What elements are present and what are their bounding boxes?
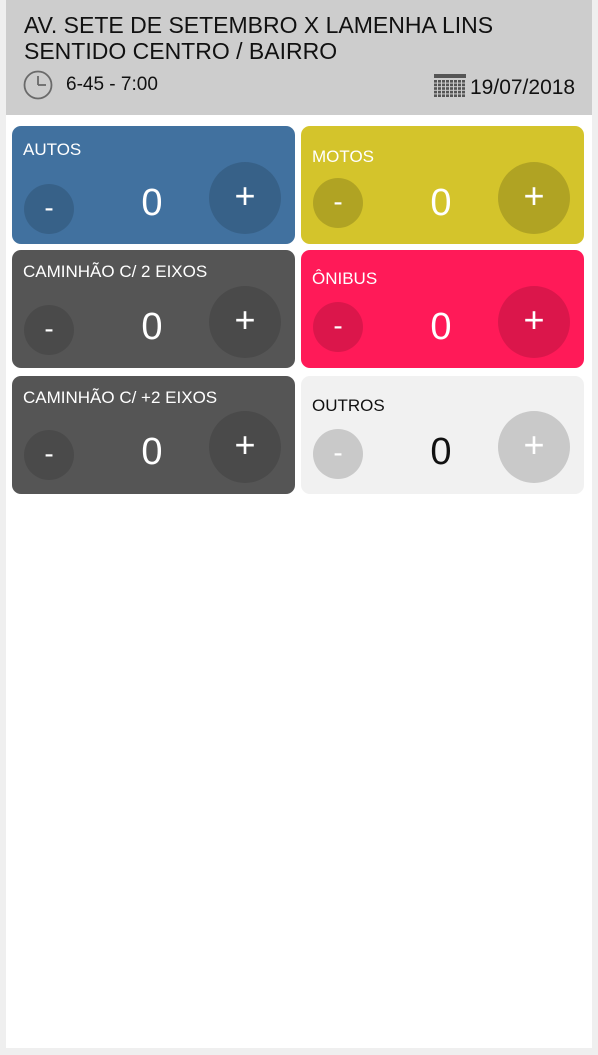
- increment-button[interactable]: +: [209, 411, 281, 483]
- location-header: AV. SETE DE SETEMBRO X LAMENHA LINS SENT…: [6, 0, 592, 115]
- counter-value: 0: [430, 182, 452, 224]
- counter-label: MOTOS: [312, 147, 375, 166]
- counter-card-motos: MOTOS - 0 +: [301, 126, 584, 244]
- decrement-button[interactable]: -: [24, 430, 74, 480]
- counter-card-caminhao-mais-2-eixos: CAMINHÃO C/ +2 EIXOS - 0 +: [12, 376, 295, 494]
- counter-label: CAMINHÃO C/ 2 EIXOS: [23, 262, 208, 281]
- location-street: AV. SETE DE SETEMBRO X LAMENHA LINS: [24, 12, 494, 38]
- decrement-button[interactable]: -: [313, 429, 363, 479]
- increment-button[interactable]: +: [498, 411, 570, 483]
- increment-button[interactable]: +: [498, 162, 570, 234]
- calendar-icon: [434, 74, 466, 97]
- counter-card-outros: OUTROS - 0 +: [301, 376, 584, 494]
- decrement-button[interactable]: -: [24, 305, 74, 355]
- counter-value: 0: [141, 431, 163, 473]
- increment-button[interactable]: +: [209, 162, 281, 234]
- counter-value: 0: [430, 306, 452, 348]
- location-direction: SENTIDO CENTRO / BAIRRO: [24, 38, 338, 64]
- counter-value: 0: [141, 182, 163, 224]
- clock-icon: [23, 70, 53, 100]
- increment-button[interactable]: +: [209, 286, 281, 358]
- increment-button[interactable]: +: [498, 286, 570, 358]
- time-range: 6-45 - 7:00: [66, 74, 158, 95]
- counter-label: OUTROS: [312, 396, 385, 415]
- counter-card-autos: AUTOS - 0 +: [12, 126, 295, 244]
- counter-label: CAMINHÃO C/ +2 EIXOS: [23, 388, 218, 407]
- counter-value: 0: [430, 431, 452, 473]
- decrement-button[interactable]: -: [313, 302, 363, 352]
- date-label: 19/07/2018: [470, 76, 576, 99]
- counter-value: 0: [141, 306, 163, 348]
- decrement-button[interactable]: -: [24, 184, 74, 234]
- decrement-button[interactable]: -: [313, 178, 363, 228]
- counter-card-caminhao-2-eixos: CAMINHÃO C/ 2 EIXOS - 0 +: [12, 250, 295, 368]
- counter-screen: AV. SETE DE SETEMBRO X LAMENHA LINS SENT…: [6, 0, 592, 1048]
- counter-card-onibus: ÔNIBUS - 0 +: [301, 250, 584, 368]
- counter-label: AUTOS: [23, 140, 82, 159]
- counter-label: ÔNIBUS: [312, 269, 378, 288]
